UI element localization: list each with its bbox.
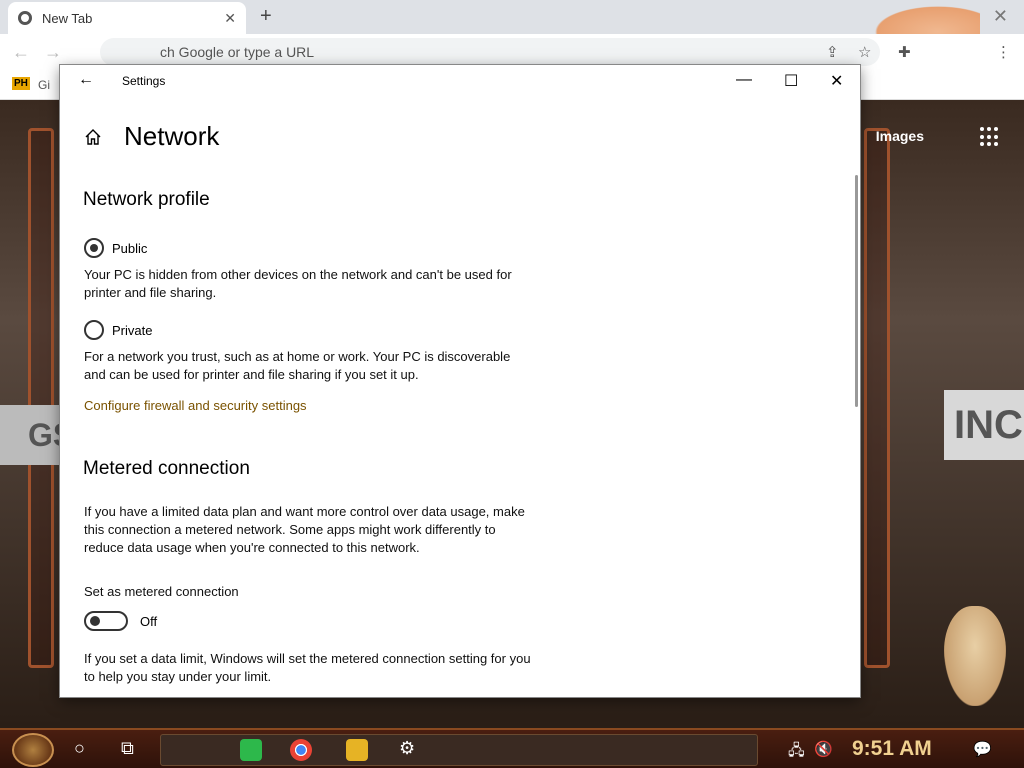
private-radio-label[interactable]: Private bbox=[112, 323, 152, 338]
page-header: Network bbox=[84, 121, 219, 152]
browser-close-icon[interactable]: ✕ bbox=[993, 6, 1008, 27]
apps-grid-icon[interactable] bbox=[980, 127, 1000, 147]
network-tray-icon[interactable]: 🖧 bbox=[788, 740, 805, 765]
minimize-icon[interactable]: — bbox=[736, 71, 752, 89]
browser-tab[interactable]: New Tab ✕ bbox=[8, 2, 246, 34]
metered-connection-heading: Metered connection bbox=[83, 458, 250, 479]
right-frame-ornament bbox=[864, 128, 890, 668]
taskbar: ○ ⧉ ⚙ 🖧 🔇 9:51 AM 💬 bbox=[0, 728, 1024, 768]
chrome-favicon-icon bbox=[18, 11, 32, 25]
tab-close-icon[interactable]: ✕ bbox=[224, 10, 236, 27]
sheets-app-icon[interactable] bbox=[240, 739, 262, 761]
data-limit-description: If you set a data limit, Windows will se… bbox=[84, 651, 531, 684]
search-circle-icon[interactable]: ○ bbox=[74, 738, 85, 759]
start-button[interactable] bbox=[12, 733, 54, 767]
firewall-settings-link[interactable]: Configure firewall and security settings bbox=[84, 398, 307, 413]
extensions-icon[interactable]: ✚ bbox=[898, 43, 911, 61]
hamster-sticker bbox=[944, 606, 1006, 706]
home-icon[interactable] bbox=[84, 128, 102, 146]
browser-forward-icon[interactable]: → bbox=[44, 42, 62, 63]
settings-window: ← Settings — ☐ ✕ Network Network profile… bbox=[60, 65, 860, 697]
window-title: Settings bbox=[122, 74, 166, 88]
public-radio-label[interactable]: Public bbox=[112, 241, 147, 256]
settings-gear-icon[interactable]: ⚙ bbox=[399, 738, 415, 759]
task-view-icon[interactable]: ⧉ bbox=[121, 738, 134, 759]
toggle-state-text: Off bbox=[140, 613, 158, 629]
left-frame-ornament bbox=[28, 128, 54, 668]
private-description: For a network you trust, such as at home… bbox=[84, 349, 511, 382]
bookmark-star-icon[interactable]: ☆ bbox=[858, 43, 871, 61]
network-profile-heading: Network profile bbox=[83, 189, 210, 210]
bookmark-label[interactable]: Gi bbox=[38, 78, 50, 92]
browser-back-icon[interactable]: ← bbox=[12, 42, 30, 63]
settings-titlebar: ← Settings — ☐ ✕ bbox=[60, 65, 860, 99]
left-sign-image: GS bbox=[0, 405, 74, 465]
settings-scrollbar[interactable] bbox=[855, 175, 858, 407]
metered-toggle-label: Set as metered connection bbox=[84, 584, 239, 599]
images-link[interactable]: Images bbox=[876, 128, 924, 144]
notifications-icon[interactable]: 💬 bbox=[973, 740, 992, 758]
radio-selected-icon[interactable] bbox=[84, 238, 104, 258]
metered-toggle-switch[interactable] bbox=[84, 611, 128, 631]
public-description: Your PC is hidden from other devices on … bbox=[84, 267, 512, 300]
right-sign-image: INC bbox=[944, 390, 1024, 460]
radio-unselected-icon[interactable] bbox=[84, 320, 104, 340]
omnibox-input[interactable]: ch Google or type a URL bbox=[100, 38, 880, 66]
volume-muted-icon[interactable]: 🔇 bbox=[814, 740, 833, 758]
public-radio[interactable]: Public bbox=[84, 238, 147, 258]
ph-bookmark-icon[interactable]: PH bbox=[12, 77, 30, 90]
file-explorer-icon[interactable] bbox=[346, 739, 368, 761]
maximize-icon[interactable]: ☐ bbox=[784, 71, 798, 91]
tab-title: New Tab bbox=[42, 10, 93, 26]
menu-dots-icon[interactable]: ⋮ bbox=[996, 43, 1011, 61]
metered-description: If you have a limited data plan and want… bbox=[84, 504, 525, 555]
page-title: Network bbox=[124, 121, 220, 151]
close-icon[interactable]: ✕ bbox=[830, 71, 843, 91]
back-arrow-icon[interactable]: ← bbox=[78, 71, 94, 89]
metered-toggle-row[interactable]: Off bbox=[84, 611, 157, 631]
new-tab-icon[interactable]: + bbox=[260, 5, 272, 28]
private-radio[interactable]: Private bbox=[84, 320, 152, 340]
chrome-app-icon[interactable] bbox=[290, 739, 312, 761]
browser-tabstrip: New Tab ✕ + ✕ bbox=[0, 0, 1024, 58]
taskbar-clock[interactable]: 9:51 AM bbox=[852, 737, 932, 761]
share-icon[interactable]: ⇪ bbox=[826, 43, 839, 61]
